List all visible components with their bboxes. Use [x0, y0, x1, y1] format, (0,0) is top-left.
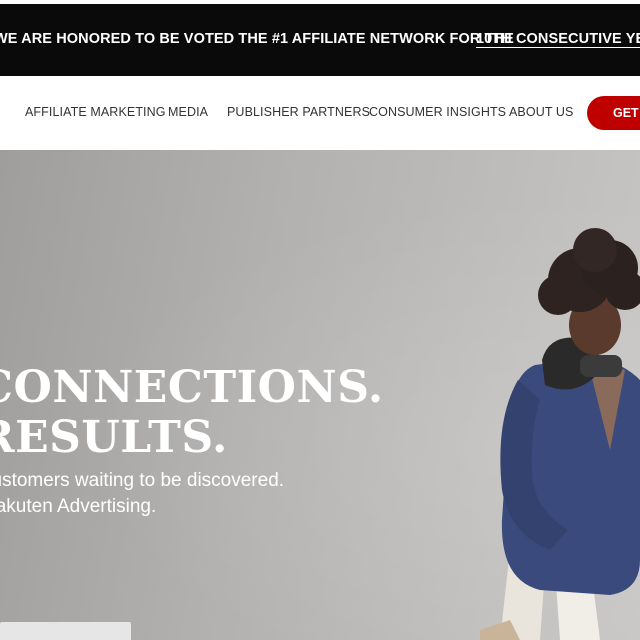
nav-item-affiliate-marketing[interactable]: AFFILIATE MARKETING: [25, 105, 166, 119]
hero-headline-line1: CONNECTIONS.: [0, 362, 384, 413]
nav-item-about-us[interactable]: ABOUT US: [509, 105, 573, 119]
get-started-button[interactable]: GET STARTED: [587, 96, 640, 130]
nav-item-publisher-partners[interactable]: PUBLISHER PARTNERS: [227, 105, 370, 119]
hero-subtext-line1: customers waiting to be discovered.: [0, 470, 285, 491]
announcement-banner: WE ARE HONORED TO BE VOTED THE #1 AFFILI…: [0, 0, 640, 76]
banner-text: WE ARE HONORED TO BE VOTED THE #1 AFFILI…: [0, 31, 514, 47]
hero-person-image: [480, 228, 640, 640]
main-nav: AFFILIATE MARKETING MEDIA PUBLISHER PART…: [0, 76, 640, 150]
hero-subtext-line2: Rakuten Advertising.: [0, 496, 157, 517]
hero-button[interactable]: [0, 622, 131, 640]
banner-link[interactable]: 10TH CONSECUTIVE YEAR: [476, 31, 640, 47]
nav-item-consumer-insights[interactable]: CONSUMER INSIGHTS: [369, 105, 506, 119]
hero-section: CONNECTIONS. RESULTS. customers waiting …: [0, 150, 640, 640]
nav-item-media[interactable]: MEDIA: [168, 105, 208, 119]
hero-headline-line2: RESULTS.: [0, 412, 228, 463]
